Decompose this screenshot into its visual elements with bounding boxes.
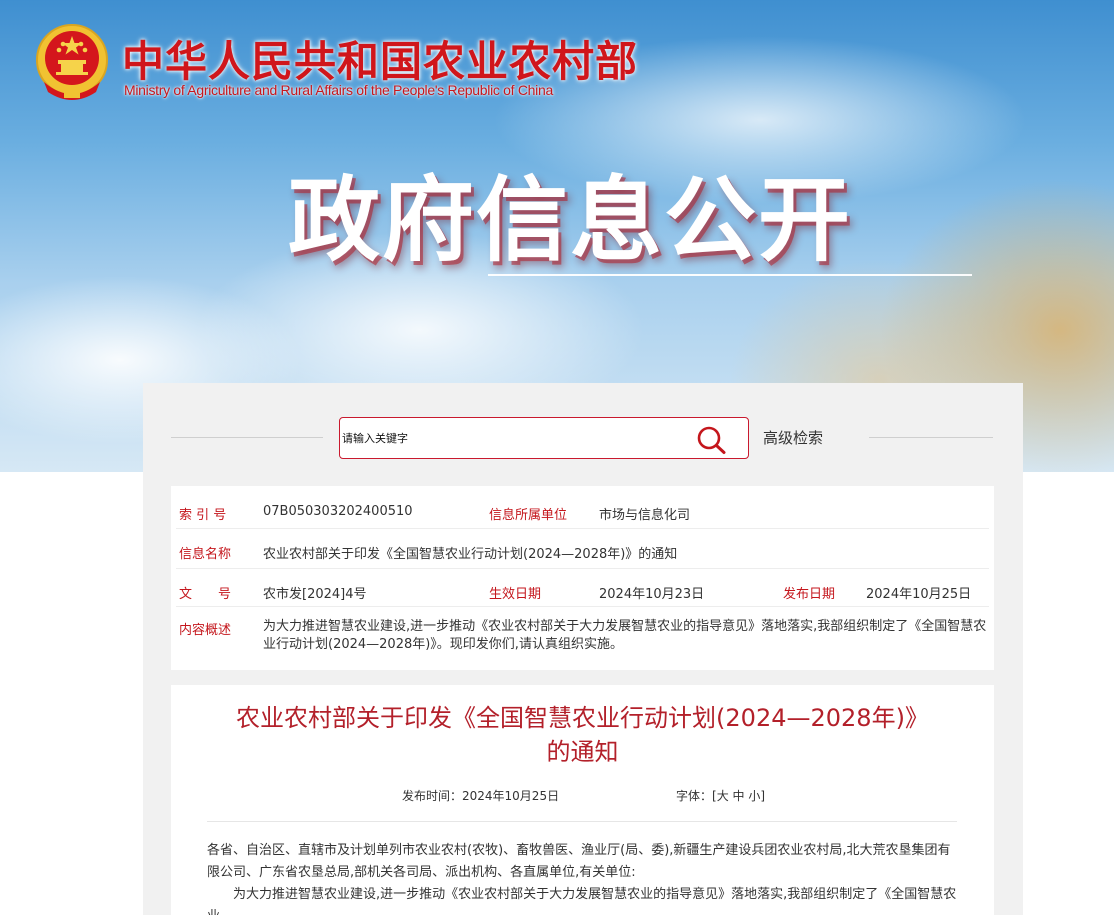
- divider-line: [869, 437, 993, 438]
- site-title[interactable]: 中华人民共和国农业农村部: [122, 28, 638, 89]
- article-title-line2: 的通知: [546, 738, 619, 766]
- index-value: 07B050303202400510: [263, 504, 413, 519]
- advanced-search-link[interactable]: 高级检索: [763, 427, 823, 448]
- info-row-name: 信息名称 农业农村部关于印发《全国智慧农业行动计划(2024—2028年)》的通…: [171, 529, 994, 569]
- search-bar: 高级检索: [171, 417, 993, 459]
- doc-number-value: 农市发[2024]4号: [263, 587, 367, 602]
- name-label: 信息名称: [179, 547, 232, 562]
- search-icon[interactable]: [696, 425, 728, 455]
- font-size-controls: 字体：[大 中 小]: [676, 787, 765, 804]
- font-size-small[interactable]: 小: [748, 789, 760, 803]
- font-size-medium[interactable]: 中: [733, 789, 745, 803]
- document-info-table: 索 引 号 07B050303202400510 信息所属单位 市场与信息化司 …: [171, 486, 994, 670]
- search-input[interactable]: [342, 426, 682, 450]
- article-title: 农业农村部关于印发《全国智慧农业行动计划(2024—2028年)》 的通知: [171, 701, 994, 769]
- effective-date-value: 2024年10月23日: [599, 587, 705, 602]
- section-title-underline: [488, 274, 972, 276]
- article-title-line1: 农业农村部关于印发《全国智慧农业行动计划(2024—2028年)》: [236, 704, 929, 732]
- index-label: 索 引 号: [179, 508, 227, 523]
- publish-date-label: 发布日期: [783, 587, 836, 602]
- effective-date-label: 生效日期: [489, 587, 542, 602]
- national-emblem-icon: [36, 24, 108, 100]
- font-size-large[interactable]: 大: [717, 789, 729, 803]
- search-box: [339, 417, 749, 459]
- article: 农业农村部关于印发《全国智慧农业行动计划(2024—2028年)》 的通知 发布…: [171, 685, 994, 915]
- info-row-index: 索 引 号 07B050303202400510 信息所属单位 市场与信息化司: [171, 486, 994, 529]
- summary-value: 为大力推进智慧农业建设,进一步推动《农业农村部关于大力发展智慧农业的指导意见》落…: [263, 619, 987, 652]
- bracket-close: ]: [760, 789, 766, 803]
- article-paragraph: 各省、自治区、直辖市及计划单列市农业农村(农牧)、畜牧兽医、渔业厅(局、委),新…: [207, 843, 951, 880]
- content-panel: 高级检索 索 引 号 07B050303202400510 信息所属单位 市场与…: [143, 383, 1023, 915]
- org-value: 市场与信息化司: [599, 508, 691, 523]
- section-title: 政府信息公开: [288, 167, 853, 274]
- article-paragraph: 为大力推进智慧农业建设,进一步推动《农业农村部关于大力发展智慧农业的指导意见》落…: [207, 887, 957, 915]
- name-value: 农业农村部关于印发《全国智慧农业行动计划(2024—2028年)》的通知: [263, 547, 678, 562]
- site-subtitle: Ministry of Agriculture and Rural Affair…: [124, 82, 553, 98]
- info-row-summary: 内容概述 为大力推进智慧农业建设,进一步推动《农业农村部关于大力发展智慧农业的指…: [171, 607, 994, 670]
- divider-line: [171, 437, 323, 438]
- org-label: 信息所属单位: [489, 508, 568, 523]
- article-divider: [207, 821, 957, 822]
- summary-label: 内容概述: [179, 623, 232, 638]
- publish-date-value: 2024年10月25日: [866, 587, 972, 602]
- info-row-doc: 文 号 农市发[2024]4号 生效日期 2024年10月23日 发布日期 20…: [171, 569, 994, 607]
- publish-time: 发布时间：2024年10月25日: [402, 789, 560, 803]
- doc-number-label: 文 号: [179, 587, 232, 602]
- font-size-label: 字体：: [676, 789, 713, 803]
